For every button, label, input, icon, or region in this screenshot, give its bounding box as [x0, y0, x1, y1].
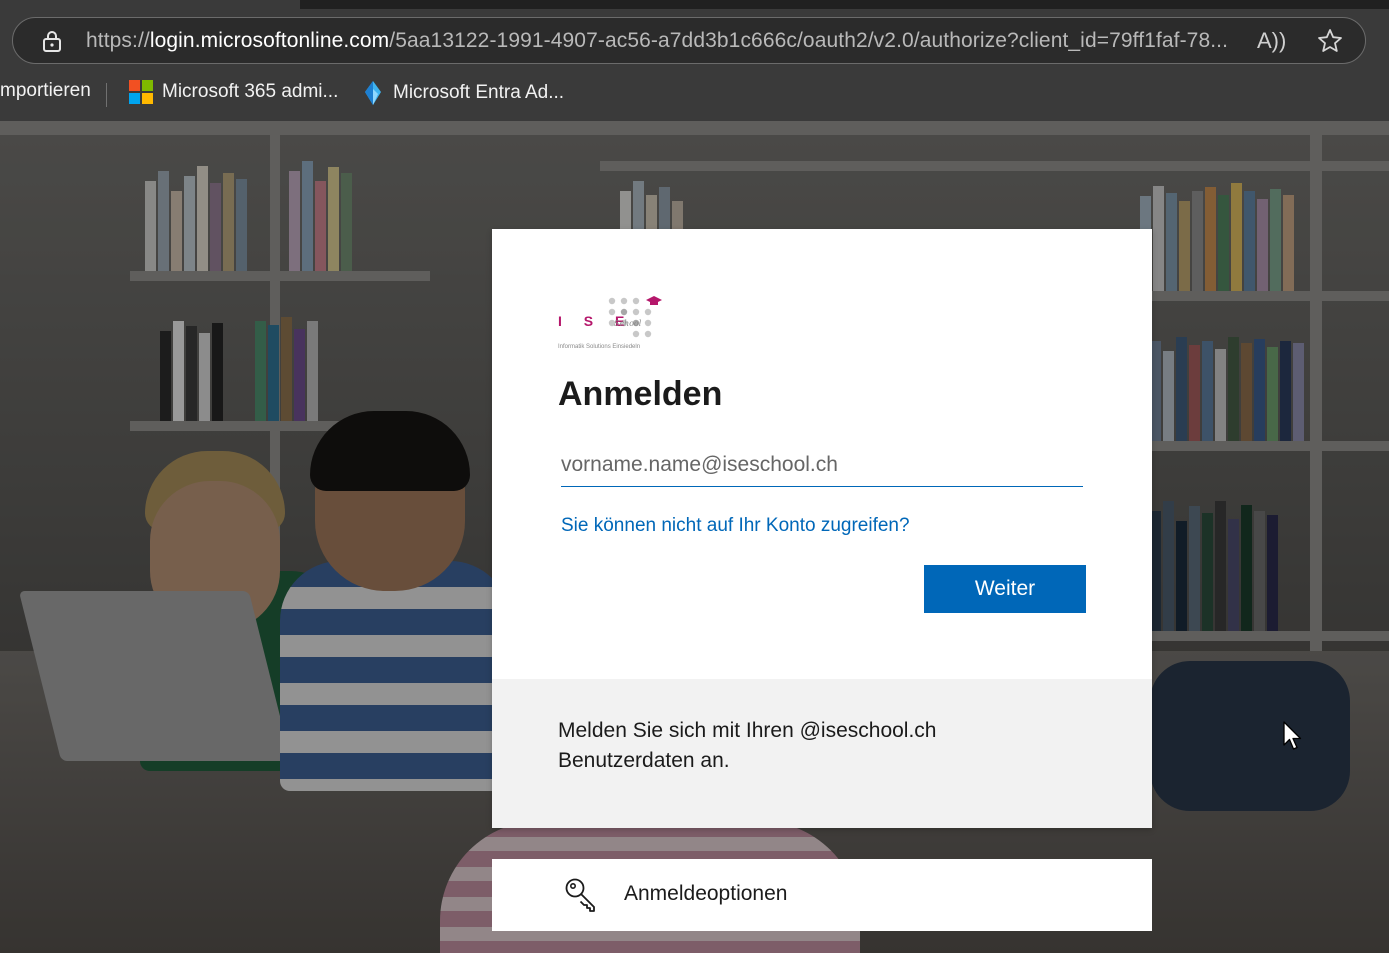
- star-icon[interactable]: [1316, 27, 1344, 55]
- email-field[interactable]: [561, 443, 1083, 487]
- bookmark-label: Microsoft Entra Ad...: [393, 82, 565, 103]
- signin-card: I S E School Informatik Solutions Einsie…: [492, 229, 1152, 828]
- url-path: /5aa13122-1991-4907-ac56-a7dd3b1c666c/oa…: [389, 29, 1229, 52]
- key-icon: [565, 878, 595, 912]
- mouse-cursor-icon: [1283, 721, 1302, 750]
- entra-icon: [365, 81, 381, 105]
- bookmark-entra-admin[interactable]: Microsoft Entra Ad...: [362, 80, 564, 106]
- bookmark-label: mportieren: [0, 80, 91, 101]
- bookmarks-bar: mportieren Microsoft 365 admi... Microso…: [0, 76, 1389, 112]
- cant-access-account-link[interactable]: Sie können nicht auf Ihr Konto zugreifen…: [561, 515, 910, 537]
- read-aloud-icon[interactable]: A)): [1257, 28, 1286, 54]
- page-title: Anmelden: [558, 375, 723, 413]
- next-button[interactable]: Weiter: [924, 565, 1086, 613]
- bookmark-label: Microsoft 365 admi...: [162, 81, 339, 102]
- bookmark-separator: [106, 83, 107, 107]
- url-domain: login.microsoftonline.com: [149, 29, 390, 52]
- microsoft-logo-icon: [129, 80, 153, 104]
- url-prefix: https://: [86, 29, 150, 52]
- signin-description: Melden Sie sich mit Ihren @iseschool.ch …: [558, 719, 937, 772]
- bookmark-m365-admin[interactable]: Microsoft 365 admi...: [129, 80, 338, 104]
- signin-options-button[interactable]: Anmeldeoptionen: [492, 859, 1152, 931]
- card-footer: Melden Sie sich mit Ihren @iseschool.ch …: [492, 679, 1152, 828]
- ise-school-logo: I S E School Informatik Solutions Einsie…: [558, 296, 662, 350]
- bookmark-import[interactable]: mportieren: [0, 80, 91, 102]
- signin-options-label: Anmeldeoptionen: [624, 882, 788, 905]
- logo-subtitle: Informatik Solutions Einsiedeln: [558, 344, 640, 350]
- lock-icon[interactable]: [41, 29, 63, 53]
- logo-script: School: [614, 319, 642, 328]
- address-bar[interactable]: https://login.microsoftonline.com/5aa131…: [12, 17, 1366, 64]
- tab-strip: [300, 0, 1389, 9]
- url-text[interactable]: https://login.microsoftonline.com/5aa131…: [86, 29, 1236, 53]
- browser-chrome: https://login.microsoftonline.com/5aa131…: [0, 0, 1389, 121]
